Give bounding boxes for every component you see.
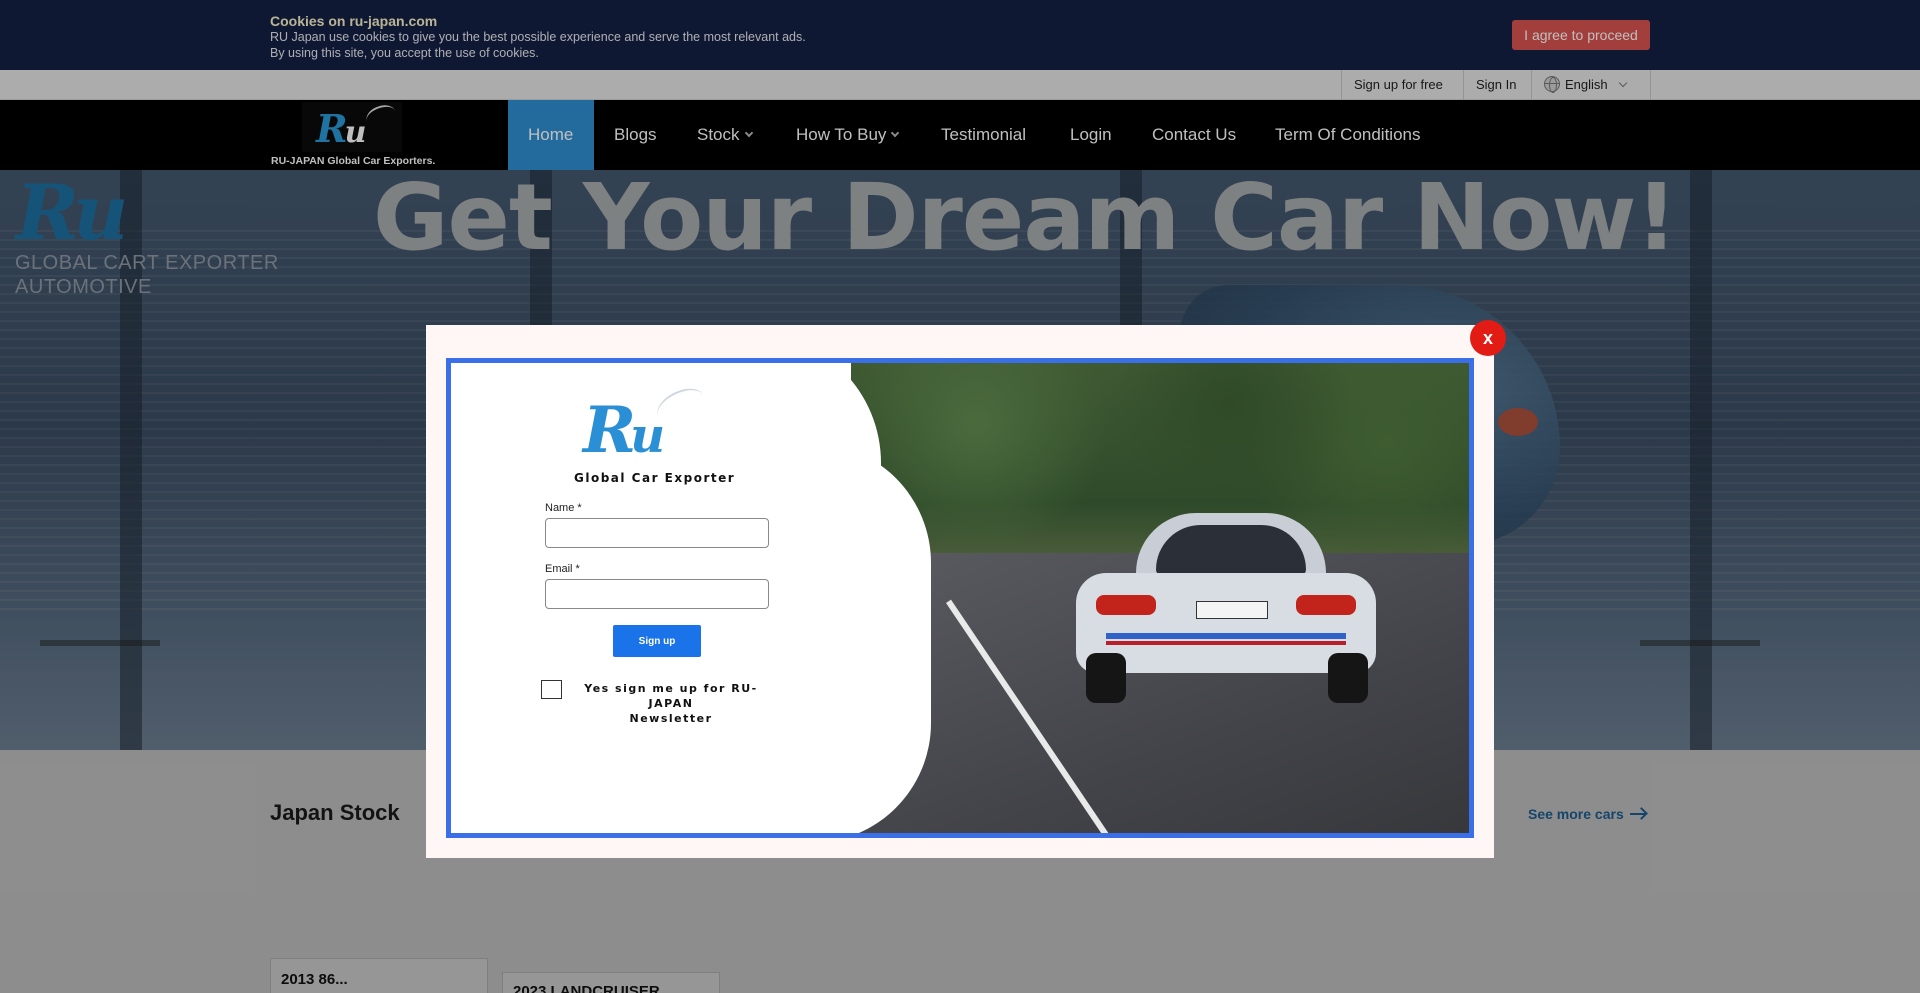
car-illustration <box>1056 513 1386 703</box>
modal-logo-caption: Global Car Exporter <box>574 471 736 485</box>
car-wheel <box>1086 653 1126 703</box>
car-stripe <box>1106 641 1346 645</box>
newsletter-label-line2: Newsletter <box>629 712 713 725</box>
car-taillight <box>1096 595 1156 615</box>
newsletter-label-line1: Yes sign me up for RU-JAPAN <box>584 682 758 710</box>
signup-submit-button[interactable]: Sign up <box>613 625 701 657</box>
decorative-shape <box>811 443 931 833</box>
car-taillight <box>1296 595 1356 615</box>
car-rear-window <box>1156 525 1306 575</box>
name-label: Name * <box>545 502 582 514</box>
name-input[interactable] <box>545 518 769 548</box>
close-modal-button[interactable]: x <box>1470 320 1506 356</box>
signup-modal-content: Ru Global Car Exporter Name * Email * Si… <box>446 358 1474 838</box>
car-wheel <box>1328 653 1368 703</box>
license-plate <box>1196 601 1268 619</box>
newsletter-label: Yes sign me up for RU-JAPAN Newsletter <box>571 681 771 726</box>
car-stripe <box>1106 633 1346 639</box>
email-label: Email * <box>545 563 580 575</box>
email-input[interactable] <box>545 579 769 609</box>
newsletter-checkbox[interactable] <box>541 680 562 699</box>
modal-logo: Ru <box>583 393 665 468</box>
modal-logo-swoosh <box>652 381 710 431</box>
